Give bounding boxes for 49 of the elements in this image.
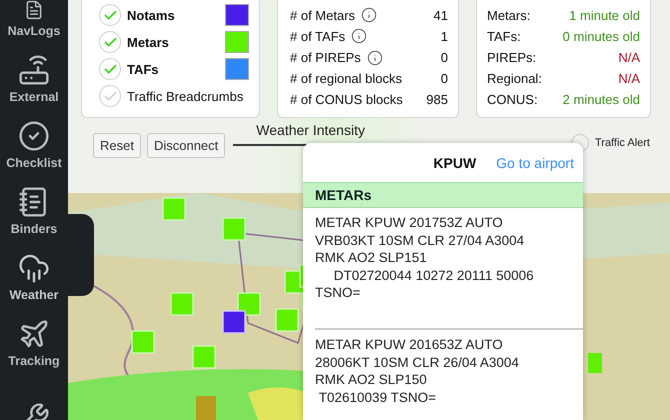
age-label: CONUS: <box>487 92 538 108</box>
sidebar-item[interactable]: Checklist <box>0 110 68 176</box>
sidebar-item[interactable]: NavLogs <box>0 0 68 44</box>
layer-label: Metars <box>127 34 169 50</box>
checkbox[interactable] <box>99 4 121 26</box>
count-value: 0 <box>440 50 448 65</box>
age-value: N/A <box>618 71 640 86</box>
airplane-icon <box>18 318 50 350</box>
count-value: 1 <box>440 28 448 44</box>
slider-label: Weather Intensity <box>255 122 366 138</box>
traffic-alert-label: Traffic Alert <box>594 137 650 149</box>
count-value: 41 <box>434 8 448 23</box>
count-value: 985 <box>426 92 448 108</box>
sidebar-item[interactable]: Tracking <box>0 308 68 374</box>
sidebar-item[interactable]: Weather <box>0 242 68 308</box>
checkbox[interactable] <box>99 31 121 53</box>
count-label: # of Metars <box>290 8 356 23</box>
count-label: # of PIREPs <box>290 50 361 65</box>
age-value: 2 minutes old <box>562 92 640 108</box>
layer-label: Traffic Breadcrumbs <box>127 88 244 104</box>
age-label: TAFs: <box>487 28 521 44</box>
age-value: N/A <box>618 50 640 65</box>
layer-label: Notams <box>127 8 175 22</box>
age-label: Regional: <box>487 71 542 86</box>
age-value: 0 minutes old <box>562 28 640 44</box>
router-icon <box>18 54 50 86</box>
info-icon[interactable] <box>351 28 368 44</box>
count-label: # of TAFs <box>290 28 346 44</box>
info-icon[interactable] <box>361 7 378 24</box>
age-label: Metars: <box>487 8 530 23</box>
age-value: 1 minute old <box>569 8 640 23</box>
popover-title: KPUW <box>433 154 476 170</box>
info-icon[interactable] <box>366 50 383 66</box>
rain-cloud-icon <box>18 252 50 284</box>
count-label: # of CONUS blocks <box>290 92 403 108</box>
checkmark-icon <box>18 120 50 152</box>
metar-report: METAR KPUW 201653Z AUTO 28006KT 10SM CLR 26/04 A3004 RMK AO2 SLP150 T02610039 TSNO= <box>314 336 520 406</box>
sidebar-item[interactable]: External <box>0 44 68 110</box>
action-button[interactable]: Disconnect <box>146 133 226 158</box>
section-header: METARs <box>303 182 583 208</box>
count-value: 0 <box>440 71 448 86</box>
layer-label: TAFs <box>127 62 159 76</box>
count-label: # of regional blocks <box>290 71 402 86</box>
action-button[interactable]: Reset <box>93 133 141 158</box>
age-label: PIREPs: <box>487 50 536 65</box>
checkbox[interactable] <box>99 58 121 80</box>
metar-report: METAR KPUW 201753Z AUTO VRB03KT 10SM CLR 27/04 A3004 RMK AO2 SLP151 DT02720044 10272 20111 50006 TSNO= <box>314 214 535 302</box>
sidebar-item[interactable]: Binders <box>0 176 68 242</box>
checkbox[interactable] <box>99 85 121 107</box>
